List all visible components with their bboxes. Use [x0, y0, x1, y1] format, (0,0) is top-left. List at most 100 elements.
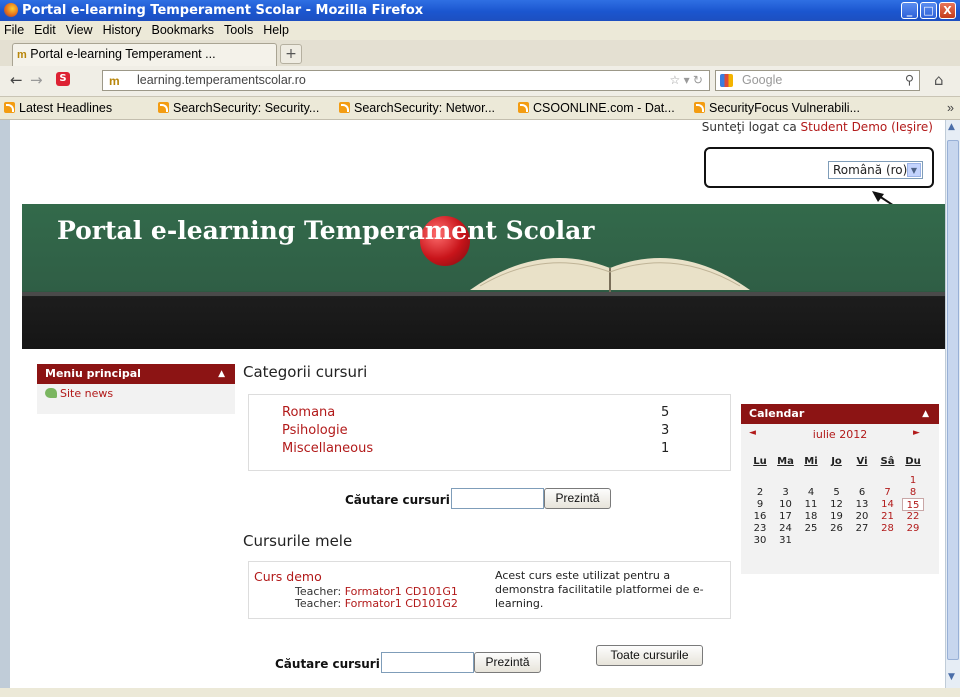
rss-icon: [339, 102, 350, 113]
calendar-day[interactable]: 26: [826, 522, 848, 535]
menu-tools[interactable]: Tools: [219, 21, 258, 40]
weekday-label: Ma: [777, 456, 794, 467]
vertical-scrollbar[interactable]: ▲ ▼: [945, 120, 960, 688]
forward-icon[interactable]: →: [30, 71, 43, 89]
menu-file[interactable]: File: [0, 21, 29, 40]
user-link[interactable]: Student Demo: [801, 120, 888, 134]
bookmark-item[interactable]: CSOONLINE.com - Dat...: [518, 97, 675, 119]
window-title-bar: Portal e-learning Temperament Scolar - M…: [0, 0, 960, 21]
calendar-day[interactable]: 25: [800, 522, 822, 535]
teacher-line: Teacher: Formator1 CD101G2: [295, 597, 458, 610]
bookmark-star-icon[interactable]: ☆ ▾ ↻: [669, 71, 703, 90]
url-text: learning.temperamentscolar.ro: [137, 73, 306, 87]
bookmark-item[interactable]: SearchSecurity: Networ...: [339, 97, 495, 119]
search-label: Căutare cursuri:: [345, 493, 455, 507]
site-title: Portal e-learning Temperament Scolar: [57, 216, 595, 245]
bookmark-item[interactable]: SecurityFocus Vulnerabili...: [694, 97, 860, 119]
bookmark-item[interactable]: SearchSecurity: Security...: [158, 97, 319, 119]
calendar-day[interactable]: 31: [775, 534, 797, 547]
addon-icon[interactable]: S: [56, 72, 70, 86]
minimize-button[interactable]: _: [901, 2, 918, 19]
rss-icon: [158, 102, 169, 113]
menu-edit[interactable]: Edit: [29, 21, 61, 40]
logout-link[interactable]: (Ieşire): [891, 120, 933, 134]
url-bar[interactable]: m learning.temperamentscolar.ro ☆ ▾ ↻: [102, 70, 710, 91]
calendar-day[interactable]: 30: [749, 534, 771, 547]
page-viewport: Sunteţi logat ca Student Demo (Ieşire) R…: [0, 120, 945, 688]
search-input[interactable]: [381, 652, 474, 673]
close-button[interactable]: X: [939, 2, 956, 19]
teacher-link[interactable]: Formator1 CD101G2: [345, 597, 458, 610]
annotation-highlight-box: [704, 147, 934, 188]
tab-label: Portal e-learning Temperament ...: [30, 47, 216, 61]
main-menu-body: Site news: [37, 384, 235, 414]
scroll-up-icon[interactable]: ▲: [948, 122, 955, 132]
search-button[interactable]: Prezintă: [474, 652, 541, 673]
back-icon[interactable]: ←: [10, 71, 23, 89]
categories-list: Romana 5 Psihologie 3 Miscellaneous 1: [248, 394, 731, 471]
google-icon[interactable]: [720, 74, 733, 87]
bookmarks-bar: Latest Headlines SearchSecurity: Securit…: [0, 97, 960, 120]
weekday-label: Vi: [856, 456, 868, 467]
rss-icon: [4, 102, 15, 113]
menu-view[interactable]: View: [61, 21, 98, 40]
moodle-favicon-icon: m: [17, 49, 27, 61]
calendar-day[interactable]: 29: [902, 522, 924, 535]
category-link[interactable]: Miscellaneous: [282, 441, 373, 456]
collapse-icon[interactable]: ▲: [218, 364, 225, 384]
weekday-label: Mi: [804, 456, 818, 467]
bookmarks-overflow-button[interactable]: »: [947, 97, 954, 119]
course-summary: Acest curs este utilizat pentru a demons…: [495, 569, 704, 610]
next-month-icon[interactable]: ►: [913, 428, 920, 438]
new-tab-button[interactable]: +: [280, 44, 302, 64]
menu-bar: File Edit View History Bookmarks Tools Help: [0, 21, 960, 40]
firefox-logo-icon: [4, 3, 18, 17]
site-news-link[interactable]: Site news: [45, 387, 113, 400]
search-input[interactable]: [451, 488, 544, 509]
search-icon[interactable]: ⚲: [905, 71, 914, 90]
menu-bookmarks[interactable]: Bookmarks: [146, 21, 219, 40]
category-link[interactable]: Psihologie: [282, 423, 348, 438]
navigation-bar: ← → S m learning.temperamentscolar.ro ☆ …: [0, 66, 960, 97]
maximize-button[interactable]: □: [920, 2, 937, 19]
categories-heading: Categorii cursuri: [243, 363, 368, 381]
menu-help[interactable]: Help: [258, 21, 294, 40]
search-bar[interactable]: Google ⚲: [715, 70, 920, 91]
bookmark-item[interactable]: Latest Headlines: [4, 97, 112, 119]
weekday-label: Sâ: [880, 456, 895, 467]
tab-portal[interactable]: m Portal e-learning Temperament ...: [12, 43, 277, 66]
category-link[interactable]: Romana: [282, 405, 335, 420]
calendar-header: Calendar ▲: [741, 404, 939, 424]
calendar-day[interactable]: 27: [851, 522, 873, 535]
rss-icon: [694, 102, 705, 113]
window-title: Portal e-learning Temperament Scolar - M…: [22, 3, 424, 18]
category-count: 5: [661, 405, 670, 420]
calendar-month[interactable]: iulie 2012: [741, 428, 939, 441]
weekday-label: Jo: [831, 456, 842, 467]
all-courses-button[interactable]: Toate cursurile: [596, 645, 703, 666]
search-button[interactable]: Prezintă: [544, 488, 611, 509]
status-bar: [0, 688, 960, 697]
course-item: Curs demo Teacher: Formator1 CD101G1 Tea…: [248, 561, 731, 619]
weekday-label: Lu: [753, 456, 767, 467]
scrollbar-thumb[interactable]: [947, 140, 959, 660]
search-label: Căutare cursuri:: [275, 657, 385, 671]
calendar-body: ◄ iulie 2012 ► Lu Ma Mi Jo Vi Sâ Du 1 2 3 4 5 6 7 8 9 10…: [741, 424, 939, 574]
course-link[interactable]: Curs demo: [254, 569, 322, 584]
weekday-label: Du: [905, 456, 921, 467]
login-info: Sunteţi logat ca Student Demo (Ieşire): [701, 120, 933, 134]
site-favicon-icon: m: [109, 74, 120, 88]
main-menu-header: Meniu principal ▲: [37, 364, 235, 384]
collapse-icon[interactable]: ▲: [922, 404, 929, 424]
home-icon[interactable]: ⌂: [934, 71, 944, 89]
category-count: 1: [661, 441, 670, 456]
news-icon: [45, 388, 57, 398]
rss-icon: [518, 102, 529, 113]
menu-history[interactable]: History: [98, 21, 147, 40]
category-count: 3: [661, 423, 670, 438]
scroll-down-icon[interactable]: ▼: [948, 672, 955, 682]
tab-bar: m Portal e-learning Temperament ... +: [0, 40, 960, 67]
calendar-day[interactable]: 28: [877, 522, 899, 535]
my-courses-heading: Cursurile mele: [243, 532, 353, 550]
search-engine-label: Google: [742, 73, 783, 87]
